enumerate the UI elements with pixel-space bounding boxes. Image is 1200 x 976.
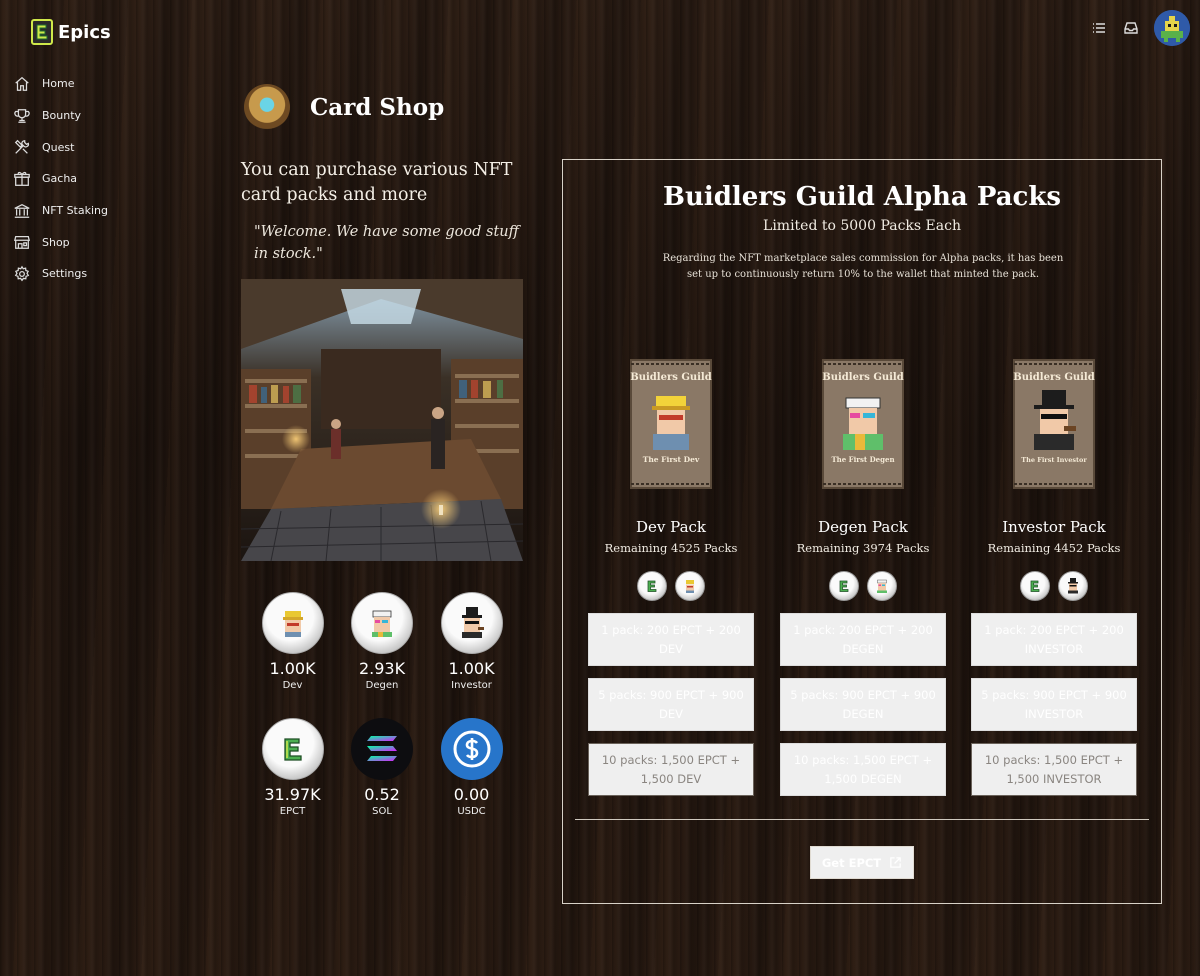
pack-required-tokens (637, 571, 705, 601)
degen-token-icon (867, 571, 897, 601)
dev-pack-art: Buidlers Guild The First Dev (629, 358, 713, 490)
get-epct-label: Get EPCT (821, 855, 882, 870)
investor-token-icon (440, 592, 503, 654)
top-bar (1090, 10, 1190, 46)
sidebar-item-quest[interactable]: Quest (12, 131, 172, 163)
dev-token-icon (261, 592, 324, 654)
gift-icon (12, 169, 32, 189)
pack-name: Degen Pack (818, 518, 908, 536)
sidebar-item-shop[interactable]: Shop (12, 226, 172, 258)
svg-text:Buidlers Guild: Buidlers Guild (1013, 372, 1094, 383)
external-link-icon (890, 857, 901, 868)
alpha-packs-panel: Buidlers Guild Alpha Packs Limited to 50… (562, 159, 1162, 904)
sidebar-item-label: Bounty (42, 109, 82, 123)
tools-icon (12, 137, 32, 157)
pack-dev: Buidlers Guild The First Dev Dev Pack Re… (587, 358, 755, 796)
svg-text:The First Investor: The First Investor (1021, 456, 1087, 464)
pack-required-tokens (829, 571, 897, 601)
home-icon (12, 74, 32, 94)
buy-degen-1-pack-button[interactable]: 1 pack: 200 EPCT + 200 DEGEN (780, 613, 946, 666)
buy-dev-5-packs-button[interactable]: 5 packs: 900 EPCT + 900 DEV (588, 678, 754, 731)
buy-dev-10-packs-button[interactable]: 10 packs: 1,500 EPCT + 1,500 DEV (588, 743, 754, 796)
store-icon (12, 232, 32, 252)
sidebar-item-label: Gacha (42, 172, 78, 186)
balance-degen: 2.93K Degen (338, 592, 427, 691)
sidebar-item-gacha[interactable]: Gacha (12, 163, 172, 195)
token-balances: 1.00K Dev 2.93K Degen 1.00K Investor 31.… (248, 592, 516, 817)
pack-name: Investor Pack (1002, 518, 1106, 536)
bank-icon (12, 201, 32, 221)
epct-token-icon (829, 571, 859, 601)
panel-description: Regarding the NFT marketplace sales comm… (662, 253, 1064, 280)
sidebar-item-bounty[interactable]: Bounty (12, 100, 172, 132)
buy-degen-10-packs-button[interactable]: 10 packs: 1,500 EPCT + 1,500 DEGEN (780, 743, 946, 796)
panel-divider (575, 819, 1149, 820)
epct-token-icon (637, 571, 667, 601)
svg-text:The First Degen: The First Degen (831, 455, 894, 464)
balance-epct: 31.97K EPCT (248, 718, 337, 817)
epct-token-icon (1020, 571, 1050, 601)
page-intro: You can purchase various NFT card packs … (241, 160, 513, 205)
buy-dev-1-pack-button[interactable]: 1 pack: 200 EPCT + 200 DEV (588, 613, 754, 666)
sidebar-item-label: Quest (42, 140, 75, 154)
buy-investor-1-pack-button[interactable]: 1 pack: 200 EPCT + 200 INVESTOR (971, 613, 1137, 666)
degen-pack-art: Buidlers Guild The First Degen (821, 358, 905, 490)
svg-text:Buidlers Guild: Buidlers Guild (822, 372, 903, 383)
epct-token-icon (261, 718, 324, 780)
sidebar-item-label: Shop (42, 235, 70, 249)
shopkeeper-quote: "Welcome. We have some good stuff in sto… (254, 224, 519, 262)
inbox-icon[interactable] (1122, 19, 1140, 37)
sidebar-item-label: Settings (42, 267, 88, 281)
sidebar-item-settings[interactable]: Settings (12, 258, 172, 290)
buy-investor-5-packs-button[interactable]: 5 packs: 900 EPCT + 900 INVESTOR (971, 678, 1137, 731)
pack-remaining: Remaining 4525 Packs (604, 541, 738, 555)
pack-remaining: Remaining 3974 Packs (796, 541, 930, 555)
panel-subtitle: Limited to 5000 Packs Each (763, 218, 961, 234)
sidebar-item-label: NFT Staking (42, 204, 108, 218)
balance-investor: 1.00K Investor (427, 592, 516, 691)
investor-pack-art: Buidlers Guild The First Investor (1012, 358, 1096, 490)
balance-usdc: 0.00 USDC (427, 718, 516, 817)
epics-logo-icon (31, 19, 53, 45)
balance-sol: 0.52 SOL (338, 718, 427, 817)
trophy-icon (12, 106, 32, 126)
card-shop-illustration (241, 279, 523, 561)
solana-icon (351, 718, 413, 780)
buy-degen-5-packs-button[interactable]: 5 packs: 900 EPCT + 900 DEGEN (780, 678, 946, 731)
pack-required-tokens (1020, 571, 1088, 601)
pack-degen: Buidlers Guild The First Degen Degen Pac… (779, 358, 947, 796)
buy-investor-10-packs-button[interactable]: 10 packs: 1,500 EPCT + 1,500 INVESTOR (971, 743, 1137, 796)
degen-token-icon (351, 592, 413, 654)
page-title: Card Shop (310, 93, 445, 121)
panel-title: Buidlers Guild Alpha Packs (662, 182, 1062, 212)
guild-emblem-icon (244, 84, 290, 130)
usdc-icon (440, 718, 503, 780)
investor-token-icon (1058, 571, 1088, 601)
avatar[interactable] (1154, 10, 1190, 46)
sidebar-item-home[interactable]: Home (12, 68, 172, 100)
sidebar-item-label: Home (42, 77, 75, 91)
gear-icon (12, 264, 32, 284)
pack-remaining: Remaining 4452 Packs (987, 541, 1121, 555)
dev-token-icon (675, 571, 705, 601)
app-logo[interactable]: Epics (31, 19, 111, 45)
balance-dev: 1.00K Dev (248, 592, 337, 691)
svg-text:Buidlers Guild: Buidlers Guild (630, 372, 711, 383)
pack-name: Dev Pack (636, 518, 706, 536)
app-name: Epics (58, 21, 111, 43)
page-header: Card Shop (244, 84, 444, 130)
sidebar: Home Bounty Quest Gacha NFT Staking Shop… (12, 68, 172, 290)
get-epct-button[interactable]: Get EPCT (810, 846, 914, 879)
pack-investor: Buidlers Guild The First Investor Invest… (970, 358, 1138, 796)
svg-text:The First Dev: The First Dev (643, 455, 700, 464)
list-icon[interactable] (1090, 19, 1108, 37)
sidebar-item-nft-staking[interactable]: NFT Staking (12, 195, 172, 227)
